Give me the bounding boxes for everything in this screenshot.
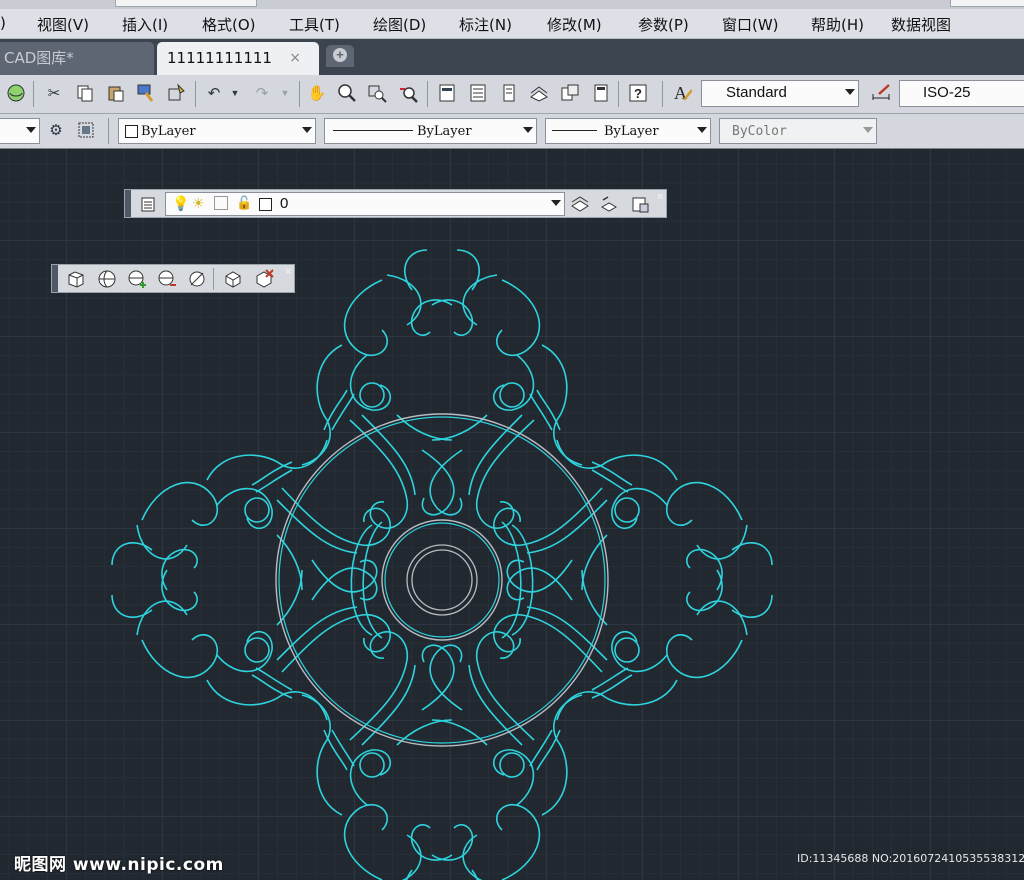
layer-state-manager-icon[interactable]	[630, 194, 650, 214]
ornament-drawing	[111, 249, 773, 880]
viewport-freeze-icon	[214, 196, 228, 210]
lightbulb-icon: 💡	[172, 195, 190, 211]
make-object-layer-current-icon[interactable]	[570, 194, 590, 214]
layer-properties-icon[interactable]	[138, 194, 158, 214]
toolbar-grip[interactable]	[52, 265, 58, 292]
sphere-icon[interactable]	[97, 269, 117, 289]
layer-color-swatch	[259, 198, 272, 211]
toolbar-grip[interactable]	[125, 190, 131, 217]
close-icon[interactable]: ×	[657, 191, 663, 203]
current-layer-value: 0	[280, 195, 289, 212]
sun-icon: ☀	[192, 195, 205, 211]
view-toolbar: ×	[51, 264, 295, 293]
layer-previous-icon[interactable]	[599, 194, 619, 214]
no-view-icon[interactable]	[187, 269, 207, 289]
sphere-remove-icon[interactable]	[157, 269, 177, 289]
sphere-add-icon[interactable]	[127, 269, 147, 289]
separator	[213, 268, 214, 290]
chevron-down-icon	[551, 200, 561, 206]
close-icon[interactable]: ×	[285, 266, 291, 278]
layer-toolbar: 💡 ☀ 🔓 0 ×	[124, 189, 667, 218]
watermark-id: ID:11345688 NO:20160724105355383122	[797, 852, 1024, 865]
watermark-logo: 昵图网 www.nipic.com	[14, 855, 224, 875]
layer-dropdown[interactable]: 💡 ☀ 🔓 0	[165, 192, 565, 216]
box-view-icon[interactable]	[223, 269, 243, 289]
named-views-icon[interactable]	[66, 269, 86, 289]
unlock-icon: 🔓	[236, 195, 253, 210]
delete-view-icon[interactable]	[254, 269, 274, 289]
